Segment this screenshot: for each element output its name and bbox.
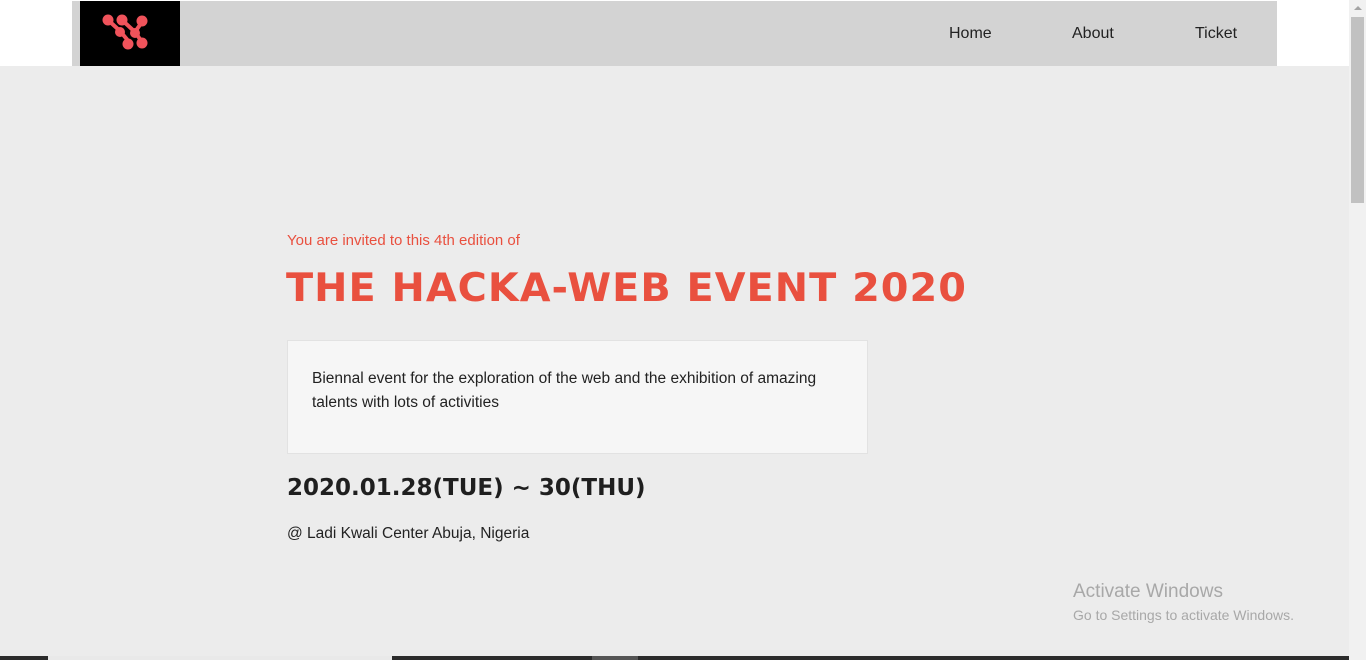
taskbar-edge bbox=[0, 656, 1349, 660]
event-title: THE HACKA-WEB EVENT 2020 bbox=[286, 266, 967, 311]
watermark-title: Activate Windows bbox=[1073, 581, 1223, 602]
event-venue: @ Ladi Kwali Center Abuja, Nigeria bbox=[287, 525, 530, 542]
windows-activation-watermark: Activate Windows Go to Settings to activ… bbox=[1073, 581, 1294, 627]
event-date: 2020.01.28(TUE) ~ 30(THU) bbox=[287, 475, 646, 501]
nav-home-link[interactable]: Home bbox=[949, 25, 992, 43]
scroll-up-arrow-icon[interactable] bbox=[1349, 0, 1366, 17]
scrollbar-thumb[interactable] bbox=[1351, 17, 1364, 203]
description-box: Biennal event for the exploration of the… bbox=[287, 340, 868, 454]
taskbar-segment bbox=[48, 656, 392, 660]
watermark-subtitle: Go to Settings to activate Windows. bbox=[1073, 607, 1294, 623]
hero-section: You are invited to this 4th edition of T… bbox=[0, 66, 1349, 656]
nav-about-link[interactable]: About bbox=[1072, 25, 1114, 43]
brand-logo-icon bbox=[102, 14, 148, 50]
logo-link[interactable] bbox=[80, 1, 180, 66]
nav-ticket-link[interactable]: Ticket bbox=[1195, 25, 1237, 43]
invite-text: You are invited to this 4th edition of bbox=[287, 232, 520, 249]
event-description: Biennal event for the exploration of the… bbox=[312, 370, 817, 411]
browser-viewport: Home About Ticket You are invited to thi… bbox=[0, 0, 1349, 660]
vertical-scrollbar[interactable] bbox=[1349, 0, 1366, 660]
taskbar-segment bbox=[592, 656, 638, 660]
site-header: Home About Ticket bbox=[72, 1, 1277, 66]
